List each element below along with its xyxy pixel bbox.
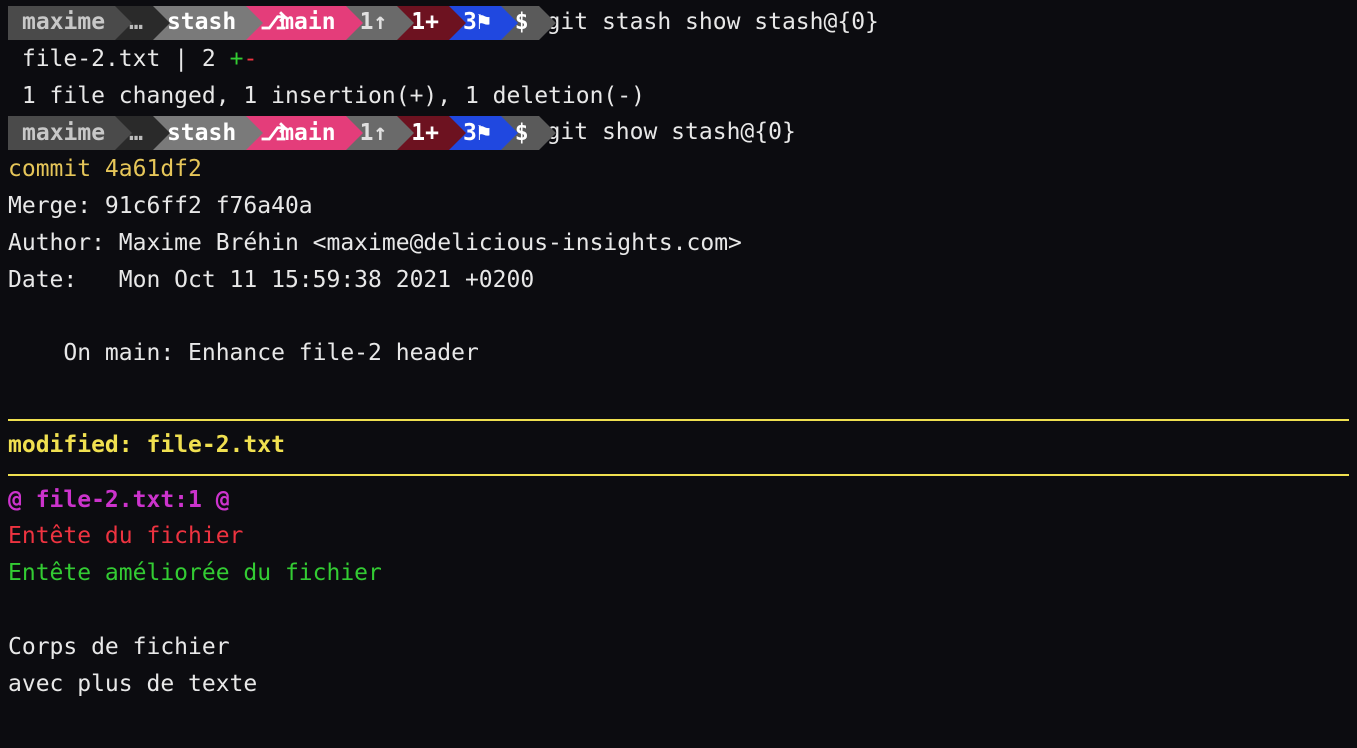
prompt-ahead: 1↑ bbox=[360, 115, 388, 152]
diffstat-summary: 1 file changed, 1 insertion(+), 1 deleti… bbox=[8, 78, 1349, 115]
prompt-line-2[interactable]: maxime…stash⎇main1↑1+3⚑$git show stash@{… bbox=[8, 114, 1349, 151]
prompt-user: maxime bbox=[22, 115, 105, 152]
prompt-user: maxime bbox=[22, 4, 105, 41]
prompt-ahead: 1↑ bbox=[360, 4, 388, 41]
section-divider bbox=[8, 474, 1349, 476]
diff-deleted-line: Entête du fichier bbox=[8, 518, 1349, 555]
command-input-2[interactable]: git show stash@{0} bbox=[547, 119, 796, 145]
prompt-line-1[interactable]: maxime…stash⎇main1↑1+3⚑$git stash show s… bbox=[8, 4, 1349, 41]
prompt-plus: 1+ bbox=[411, 115, 439, 152]
prompt-dir: stash bbox=[167, 115, 236, 152]
diff-context-line: Corps de fichier bbox=[8, 629, 1349, 666]
commit-hash-line: commit 4a61df2 bbox=[8, 151, 1349, 188]
powerline-prompt: maxime…stash⎇main1↑1+3⚑$ bbox=[8, 6, 539, 40]
diffstat-minus-glyph: - bbox=[244, 46, 258, 72]
terminal-output: maxime…stash⎇main1↑1+3⚑$git stash show s… bbox=[0, 0, 1357, 706]
command-input-1[interactable]: git stash show stash@{0} bbox=[547, 9, 879, 35]
commit-message: On main: Enhance file-2 header bbox=[8, 335, 1349, 372]
prompt-user-segment: maxime bbox=[8, 6, 115, 40]
prompt-flag: 3⚑ bbox=[463, 4, 491, 41]
prompt-dir: stash bbox=[167, 4, 236, 41]
diffstat-file: file-2.txt bbox=[22, 46, 160, 72]
diff-hunk-header: @ file-2.txt:1 @ bbox=[8, 482, 1349, 519]
prompt-flag: 3⚑ bbox=[463, 115, 491, 152]
diff-context-line: avec plus de texte bbox=[8, 666, 1349, 703]
blank-line bbox=[8, 592, 1349, 629]
prompt-plus: 1+ bbox=[411, 4, 439, 41]
powerline-prompt: maxime…stash⎇main1↑1+3⚑$ bbox=[8, 116, 539, 150]
commit-date-line: Date: Mon Oct 11 15:59:38 2021 +0200 bbox=[8, 262, 1349, 299]
diffstat-count: 2 bbox=[202, 46, 216, 72]
modified-file-header: modified: file-2.txt bbox=[8, 427, 1349, 464]
prompt-branch: main bbox=[280, 120, 335, 146]
blank-line bbox=[8, 298, 1349, 335]
prompt-branch: main bbox=[280, 9, 335, 35]
prompt-user-segment: maxime bbox=[8, 116, 115, 150]
diffstat-plus-glyph: + bbox=[230, 46, 244, 72]
diffstat-bar: | bbox=[174, 46, 188, 72]
diffstat-file-line: file-2.txt | 2 +- bbox=[8, 41, 1349, 78]
blank-line bbox=[8, 372, 1349, 409]
diff-added-line: Entête améliorée du fichier bbox=[8, 555, 1349, 592]
section-divider bbox=[8, 419, 1349, 421]
commit-author-line: Author: Maxime Bréhin <maxime@delicious-… bbox=[8, 225, 1349, 262]
commit-merge-line: Merge: 91c6ff2 f76a40a bbox=[8, 188, 1349, 225]
